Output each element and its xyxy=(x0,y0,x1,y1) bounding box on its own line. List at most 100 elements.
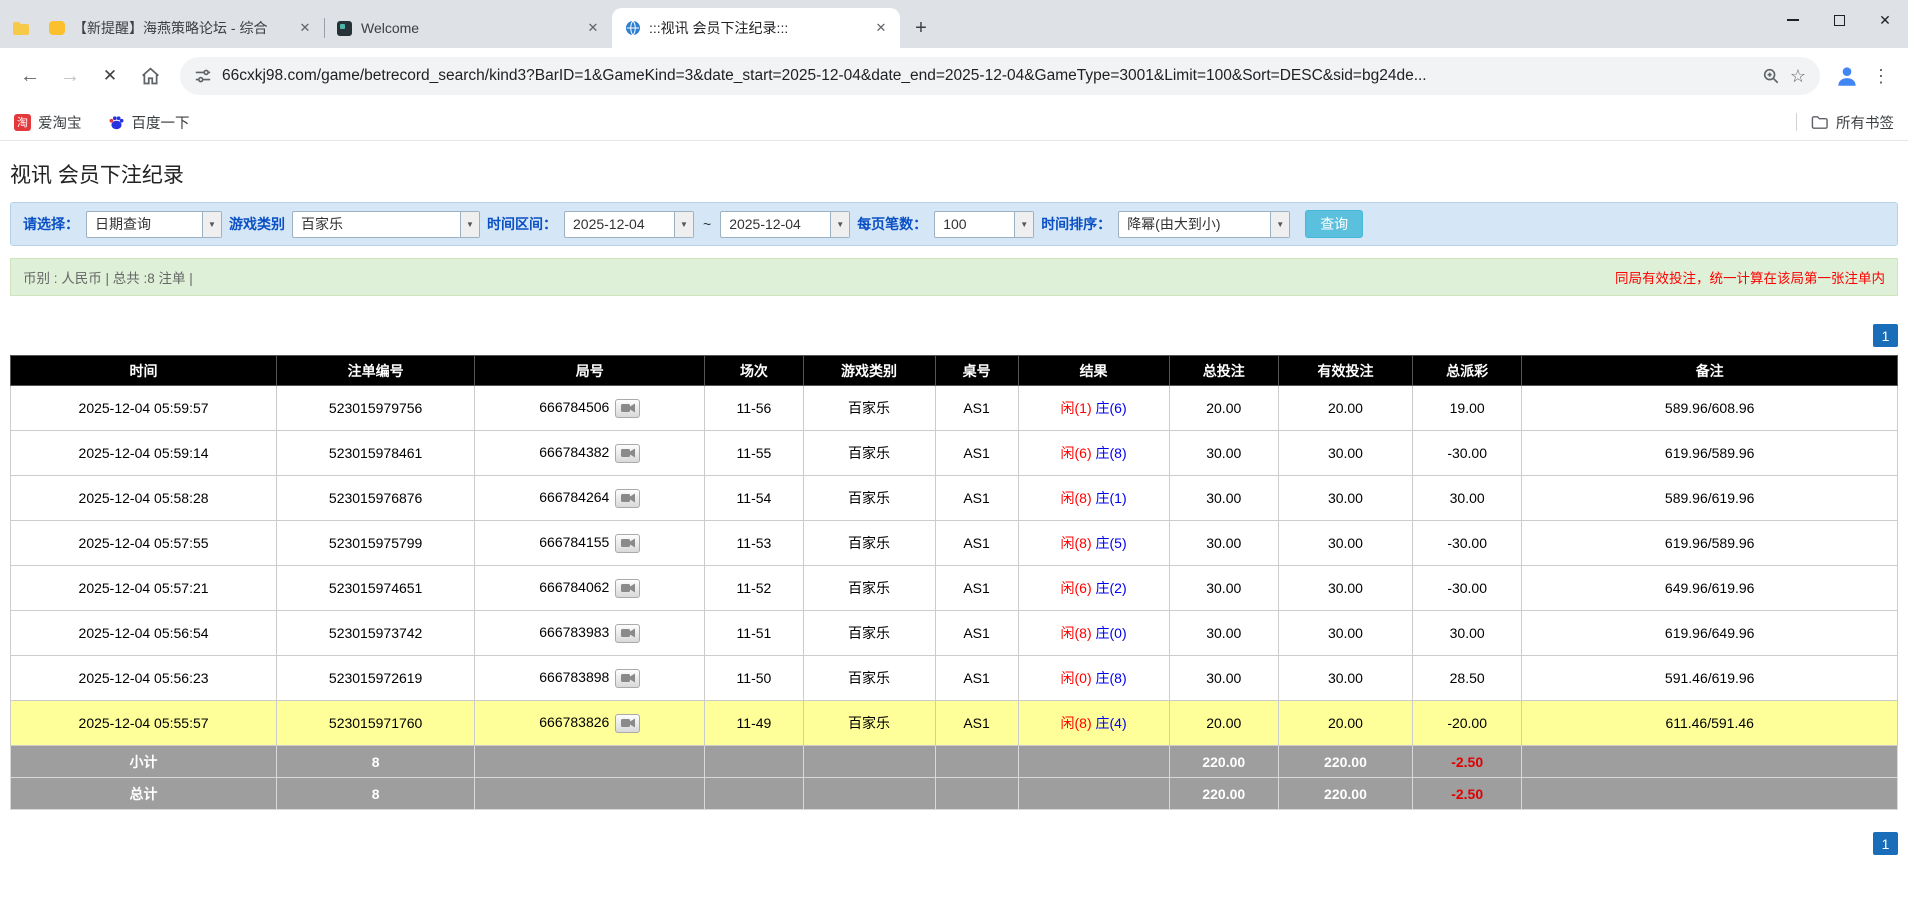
cell-session: 11-55 xyxy=(704,430,804,476)
cell-valid-bet: 30.00 xyxy=(1277,610,1413,656)
round-number: 666783898 xyxy=(539,668,610,685)
bookmark-aitaobao[interactable]: 淘 爱淘宝 xyxy=(14,112,82,133)
video-replay-icon[interactable] xyxy=(615,668,641,688)
cell-total-bet[interactable]: 30.00 xyxy=(1168,610,1279,656)
profile-avatar[interactable] xyxy=(1832,61,1862,91)
address-bar[interactable]: 66cxkj98.com/game/betrecord_search/kind3… xyxy=(180,57,1820,95)
date-start-input[interactable]: 2025-12-04 ▼ xyxy=(564,210,694,238)
cell-total-bet[interactable]: 30.00 xyxy=(1168,430,1279,476)
date-end-input[interactable]: 2025-12-04 ▼ xyxy=(720,210,851,238)
header-payout: 总派彩 xyxy=(1411,355,1523,386)
cell-payout: -30.00 xyxy=(1411,565,1523,611)
header-round: 局号 xyxy=(474,355,706,386)
total-row: 总计 8 220.00 220.00 -2.50 xyxy=(9,777,1898,810)
result-banker: 庄(5) xyxy=(1095,535,1127,551)
tab-welcome[interactable]: Welcome ✕ xyxy=(324,8,612,48)
forward-button[interactable]: → xyxy=(52,58,88,94)
cell-game-type: 百家乐 xyxy=(802,385,936,431)
stop-button[interactable]: ✕ xyxy=(92,58,128,94)
chevron-down-icon[interactable]: ▼ xyxy=(1270,211,1290,237)
cell-result: 闲(8) 庄(0) xyxy=(1017,610,1170,656)
cell-valid-bet: 30.00 xyxy=(1277,430,1413,476)
video-replay-icon[interactable] xyxy=(615,533,641,553)
new-tab-button[interactable]: + xyxy=(906,13,936,43)
video-replay-icon[interactable] xyxy=(615,713,641,733)
cell-total-bet[interactable]: 20.00 xyxy=(1168,385,1279,431)
page-1-button[interactable]: 1 xyxy=(1873,324,1898,347)
chevron-down-icon[interactable]: ▼ xyxy=(202,211,221,237)
cell-total-bet[interactable]: 30.00 xyxy=(1168,475,1279,521)
query-type-label: 请选择： xyxy=(23,216,79,232)
cell-time: 2025-12-04 05:56:54 xyxy=(9,610,278,656)
video-replay-icon[interactable] xyxy=(615,623,641,643)
zoom-icon[interactable] xyxy=(1762,67,1780,85)
filter-bar: 请选择： 日期查询 ▼ 游戏类别 百家乐 ▼ 时间区间： 2025-12-04 … xyxy=(10,202,1898,246)
cell-total-bet[interactable]: 30.00 xyxy=(1168,565,1279,611)
query-type-value: 日期查询 xyxy=(95,216,151,232)
video-replay-icon[interactable] xyxy=(615,578,641,598)
round-number: 666784062 xyxy=(539,578,610,595)
header-bet-id: 注单编号 xyxy=(276,355,476,386)
cell-table-no: AS1 xyxy=(934,565,1019,611)
site-settings-icon[interactable] xyxy=(194,67,212,85)
result-banker: 庄(4) xyxy=(1095,715,1127,731)
home-button[interactable] xyxy=(132,58,168,94)
maximize-button[interactable] xyxy=(1816,0,1862,40)
cell-total-bet[interactable]: 20.00 xyxy=(1168,700,1279,746)
cell-round: 666784506 xyxy=(474,385,706,431)
cell-table-no: AS1 xyxy=(934,655,1019,701)
cell-time: 2025-12-04 05:57:55 xyxy=(9,520,278,566)
tab-close-icon[interactable]: ✕ xyxy=(584,19,602,37)
cell-bet-id: 523015971760 xyxy=(276,700,476,746)
minimize-button[interactable] xyxy=(1770,0,1816,40)
sort-select[interactable]: 降幂(由大到小) ▼ xyxy=(1118,210,1291,238)
cell-note: 611.46/591.46 xyxy=(1521,700,1898,746)
menu-icon[interactable]: ⋮ xyxy=(1866,66,1896,87)
search-button[interactable]: 查询 xyxy=(1305,210,1364,238)
table-row: 2025-12-04 05:59:14 523015978461 6667843… xyxy=(9,430,1898,476)
result-player: 闲(8) xyxy=(1060,490,1092,506)
table-row-highlighted: 2025-12-04 05:55:57 523015971760 6667838… xyxy=(9,700,1898,746)
video-replay-icon[interactable] xyxy=(615,488,641,508)
page-size-select[interactable]: 100 ▼ xyxy=(934,210,1035,238)
cell-note: 619.96/589.96 xyxy=(1521,430,1898,476)
chevron-down-icon[interactable]: ▼ xyxy=(674,211,693,237)
cell-note: 619.96/589.96 xyxy=(1521,520,1898,566)
tab-forum[interactable]: 【新提醒】海燕策略论坛 - 综合 ✕ xyxy=(36,8,324,48)
page-1-button[interactable]: 1 xyxy=(1873,832,1898,855)
cell-valid-bet: 20.00 xyxy=(1277,385,1413,431)
bookmark-baidu[interactable]: 百度一下 xyxy=(108,112,190,133)
game-type-select[interactable]: 百家乐 ▼ xyxy=(292,210,480,238)
bookmark-star-icon[interactable]: ☆ xyxy=(1790,66,1806,87)
video-replay-icon[interactable] xyxy=(615,443,641,463)
header-total-bet: 总投注 xyxy=(1168,355,1279,386)
total-valid-bet: 220.00 xyxy=(1277,777,1413,810)
cell-total-bet[interactable]: 30.00 xyxy=(1168,655,1279,701)
cell-note: 649.96/619.96 xyxy=(1521,565,1898,611)
cell-note: 589.96/619.96 xyxy=(1521,475,1898,521)
cell-total-bet[interactable]: 30.00 xyxy=(1168,520,1279,566)
cell-game-type: 百家乐 xyxy=(802,475,936,521)
close-button[interactable]: ✕ xyxy=(1862,0,1908,40)
result-banker: 庄(2) xyxy=(1095,580,1127,596)
cell-result: 闲(0) 庄(8) xyxy=(1017,655,1170,701)
chevron-down-icon[interactable]: ▼ xyxy=(460,211,479,237)
query-type-select[interactable]: 日期查询 ▼ xyxy=(86,210,222,238)
tab-bet-records[interactable]: :::视讯 会员下注纪录::: ✕ xyxy=(612,8,900,48)
all-bookmarks-button[interactable]: 所有书签 xyxy=(1836,112,1894,133)
round-number: 666783826 xyxy=(539,713,610,730)
video-replay-icon[interactable] xyxy=(615,398,641,418)
tab-close-icon[interactable]: ✕ xyxy=(296,19,314,37)
url-text[interactable]: 66cxkj98.com/game/betrecord_search/kind3… xyxy=(222,67,1752,85)
cell-round: 666783983 xyxy=(474,610,706,656)
chevron-down-icon[interactable]: ▼ xyxy=(830,211,850,237)
summary-info-bar: 币别 : 人民币 | 总共 :8 注单 | 同局有效投注，统一计算在该局第一张注… xyxy=(10,258,1898,296)
cell-round: 666783826 xyxy=(474,700,706,746)
cell-payout: 19.00 xyxy=(1411,385,1523,431)
tab-close-icon[interactable]: ✕ xyxy=(872,19,890,37)
cell-bet-id: 523015974651 xyxy=(276,565,476,611)
cell-session: 11-50 xyxy=(704,655,804,701)
back-button[interactable]: ← xyxy=(12,58,48,94)
cell-game-type: 百家乐 xyxy=(802,520,936,566)
chevron-down-icon[interactable]: ▼ xyxy=(1014,211,1034,237)
